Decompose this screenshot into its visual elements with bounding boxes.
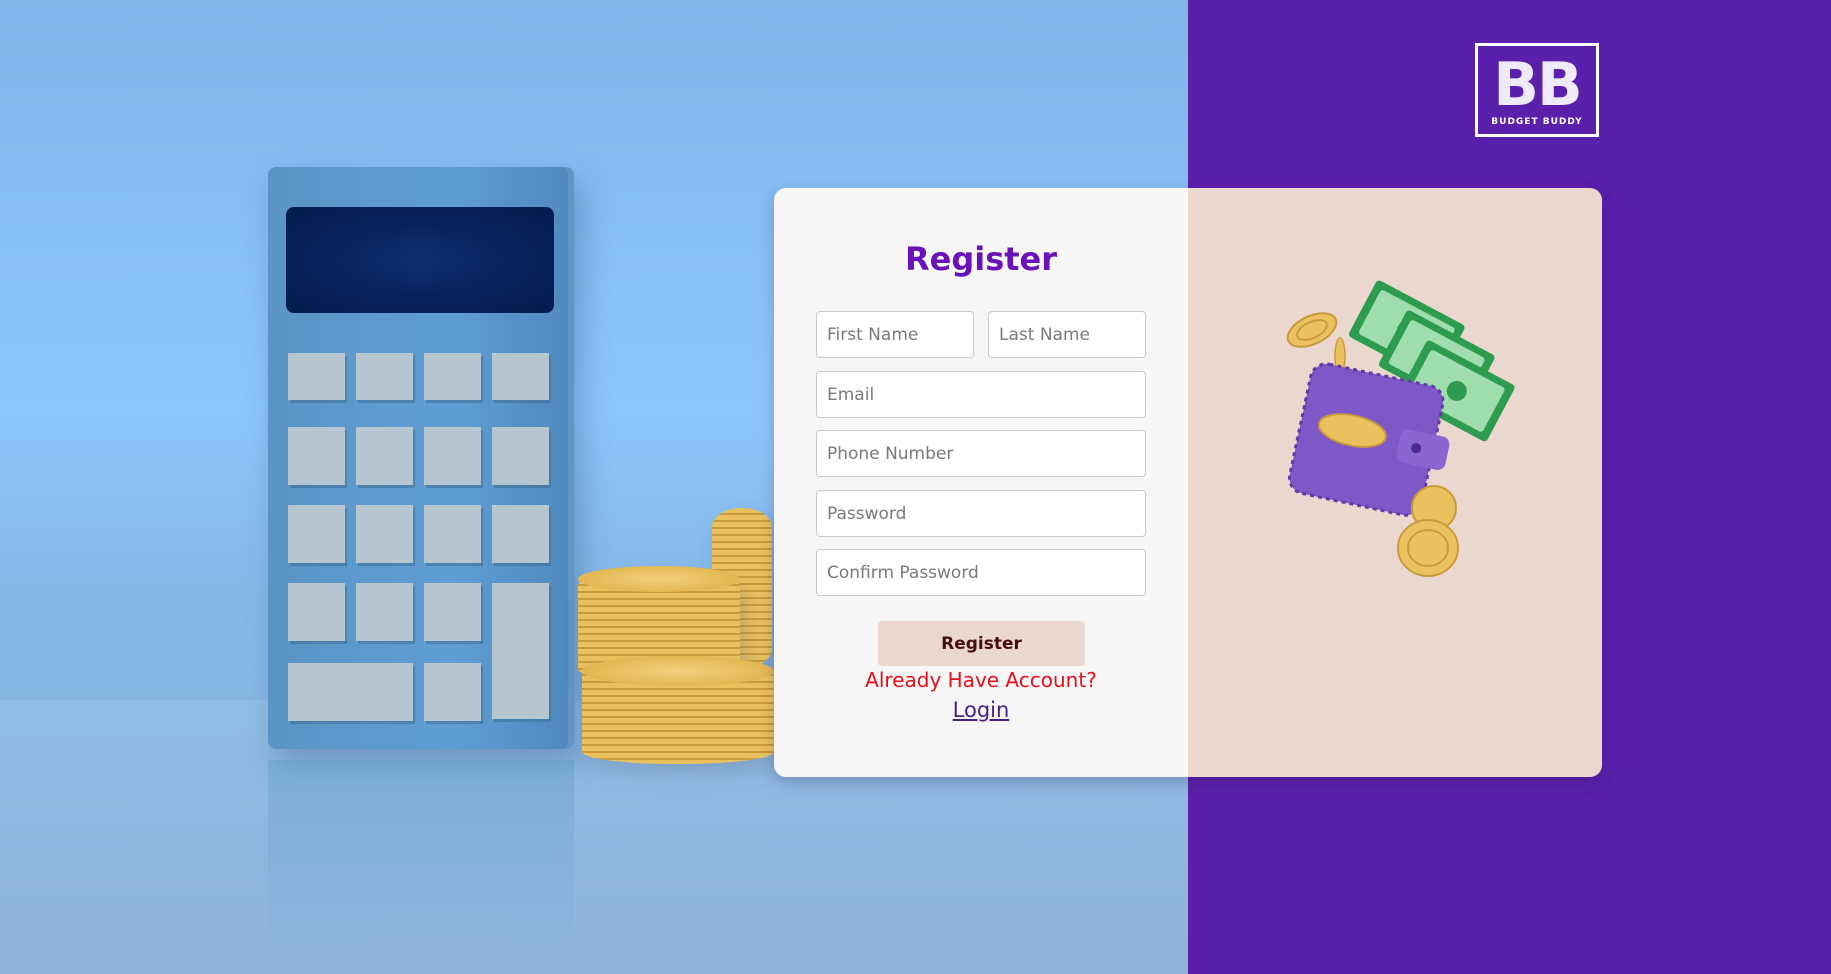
register-form: Register Register Already Have Account? … bbox=[774, 188, 1188, 777]
calculator-illustration bbox=[268, 167, 574, 749]
calculator-key bbox=[424, 505, 481, 563]
register-button[interactable]: Register bbox=[878, 621, 1085, 666]
register-card: Register Register Already Have Account? … bbox=[774, 188, 1602, 777]
calculator-key bbox=[492, 505, 549, 563]
calculator-reflection bbox=[268, 760, 574, 960]
calculator-key bbox=[288, 583, 345, 641]
first-name-input[interactable] bbox=[816, 311, 974, 358]
coin-top bbox=[578, 566, 740, 592]
logo-mark: BB bbox=[1493, 50, 1582, 120]
calculator-key-tall bbox=[492, 583, 549, 719]
last-name-input[interactable] bbox=[988, 311, 1146, 358]
phone-number-input[interactable] bbox=[816, 430, 1146, 477]
calculator-key bbox=[424, 583, 481, 641]
email-input[interactable] bbox=[816, 371, 1146, 418]
calculator-screen bbox=[286, 207, 554, 313]
already-have-account-text: Already Have Account? bbox=[865, 668, 1097, 692]
calculator-key bbox=[424, 353, 481, 400]
page-title: Register bbox=[904, 240, 1058, 278]
calculator-key-wide bbox=[288, 663, 413, 721]
budget-buddy-logo: BB BUDGET BUDDY bbox=[1475, 43, 1599, 137]
calculator-key bbox=[356, 427, 413, 485]
calculator-key bbox=[492, 353, 549, 400]
calculator-key bbox=[288, 427, 345, 485]
calculator-key bbox=[424, 663, 481, 721]
calculator-key bbox=[424, 427, 481, 485]
wallet-money-icon bbox=[1286, 280, 1515, 577]
calculator-key bbox=[288, 505, 345, 563]
calculator-key bbox=[356, 505, 413, 563]
confirm-password-input[interactable] bbox=[816, 549, 1146, 596]
wallet-illustration-panel bbox=[1188, 188, 1602, 777]
login-link[interactable]: Login bbox=[774, 698, 1188, 722]
logo-text: BUDGET BUDDY bbox=[1491, 117, 1583, 127]
calculator-key bbox=[356, 583, 413, 641]
password-input[interactable] bbox=[816, 490, 1146, 537]
coin-top bbox=[582, 656, 774, 686]
calculator-key bbox=[356, 353, 413, 400]
calculator-key bbox=[492, 427, 549, 485]
calculator-key bbox=[288, 353, 345, 400]
